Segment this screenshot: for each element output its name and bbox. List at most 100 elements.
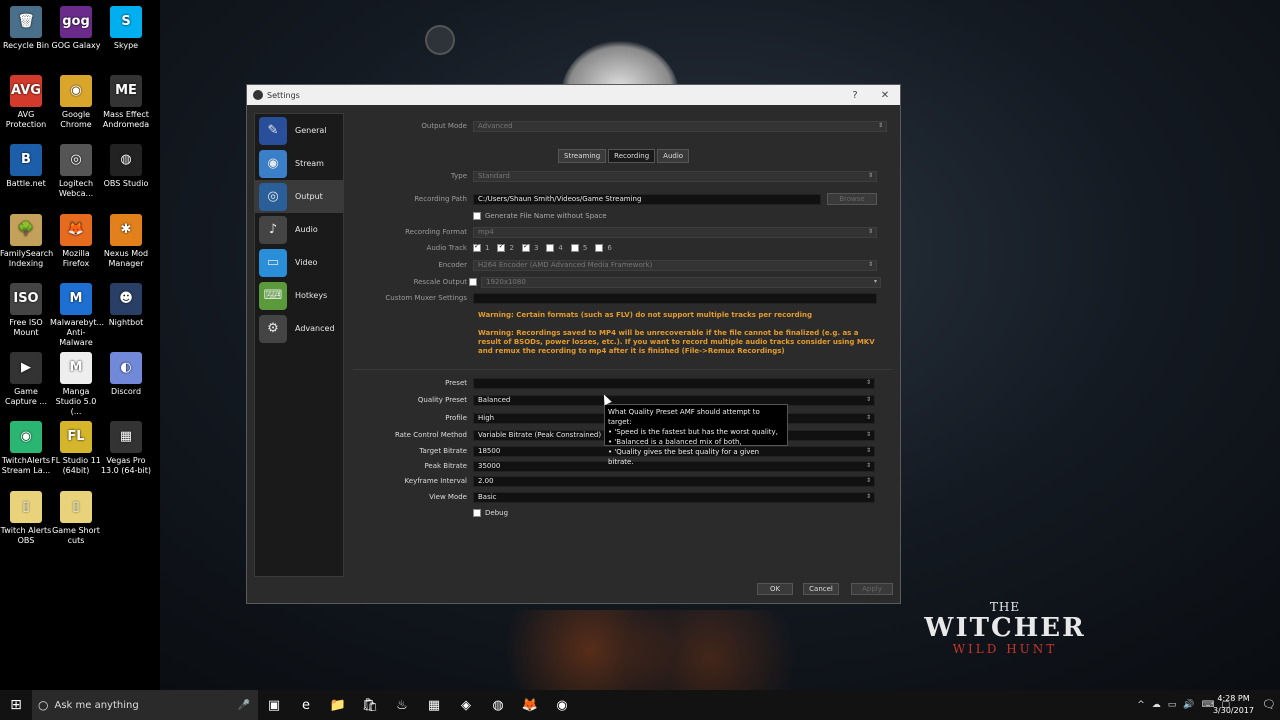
track-5-label: 5 bbox=[582, 244, 588, 252]
warning-formats: Warning: Certain formats (such as FLV) d… bbox=[478, 311, 812, 319]
desktop-icon[interactable]: ◐ Discord bbox=[100, 352, 152, 397]
sidebar-item-audio[interactable]: ♪ Audio bbox=[255, 213, 343, 246]
desktop-icon[interactable]: S Skype bbox=[100, 6, 152, 51]
updown-icon: ⇕ bbox=[867, 227, 873, 235]
notification-icon[interactable]: 🗨 bbox=[1262, 698, 1276, 711]
desktop-icon[interactable]: 🌳 FamilySearch Indexing bbox=[0, 214, 53, 269]
tab-streaming[interactable]: Streaming bbox=[558, 149, 607, 163]
cortana-search[interactable]: ○ Ask me anything 🎤 bbox=[32, 690, 258, 720]
desktop-icon[interactable]: ▦ Vegas Pro 13.0 (64-bit) bbox=[100, 421, 152, 476]
sidebar-item-general[interactable]: ✎ General bbox=[255, 114, 343, 147]
sidebar-item-video[interactable]: ▭ Video bbox=[255, 246, 343, 279]
sidebar-item-hotkeys[interactable]: ⌨ Hotkeys bbox=[255, 279, 343, 312]
tray-icon[interactable]: ▭ bbox=[1168, 700, 1177, 710]
desktop-icon[interactable]: AVG AVG Protection bbox=[0, 75, 52, 130]
track-5-checkbox[interactable] bbox=[570, 244, 579, 252]
app-icon: ◐ bbox=[110, 352, 142, 384]
desktop-icon[interactable]: 🦊 Mozilla Firefox bbox=[50, 214, 102, 269]
output-mode-select[interactable]: Advanced ⇕ bbox=[473, 120, 887, 132]
taskbar-app-icon[interactable]: e bbox=[290, 690, 322, 720]
desktop-icon[interactable]: ◉ Google Chrome bbox=[50, 75, 102, 130]
track-1-checkbox[interactable] bbox=[473, 242, 481, 252]
desktop-icon[interactable]: B Battle.net bbox=[0, 144, 52, 189]
rate-control-label: Rate Control Method bbox=[394, 431, 467, 439]
updown-icon: ⇕ bbox=[877, 121, 883, 129]
desktop-icon[interactable]: FL FL Studio 11 (64bit) bbox=[50, 421, 102, 476]
app-icon: AVG bbox=[10, 75, 42, 107]
clock-time: 4:28 PM bbox=[1217, 694, 1250, 703]
tray-icon[interactable]: 🔊 bbox=[1183, 700, 1194, 710]
view-mode-select[interactable]: Basic ⇕ bbox=[473, 491, 875, 503]
muxer-input[interactable] bbox=[473, 292, 877, 304]
debug-checkbox[interactable] bbox=[473, 509, 481, 517]
tray-icon[interactable]: ^ bbox=[1137, 700, 1145, 710]
sidebar-item-stream[interactable]: ◉ Stream bbox=[255, 147, 343, 180]
taskbar-app-icon[interactable]: 📁 bbox=[322, 690, 354, 720]
close-button[interactable]: ✕ bbox=[870, 90, 900, 101]
sidebar-item-advanced[interactable]: ⚙ Advanced bbox=[255, 312, 343, 345]
rescale-checkbox[interactable] bbox=[469, 278, 477, 286]
keyframe-spinbox[interactable]: 2.00 ⇕ bbox=[473, 475, 875, 487]
microphone-icon[interactable]: 🎤 bbox=[238, 700, 250, 711]
desktop-icon[interactable]: ▯ Game Short cuts bbox=[50, 491, 102, 546]
browse-button[interactable]: Browse bbox=[827, 193, 877, 205]
tray-icon[interactable]: ☁ bbox=[1152, 700, 1161, 710]
advanced-icon: ⚙ bbox=[259, 314, 287, 343]
desktop-icon-label: Nightbot bbox=[108, 318, 144, 327]
start-button[interactable]: ⊞ bbox=[0, 690, 32, 720]
updown-icon: ⇕ bbox=[867, 171, 873, 179]
desktop-icon[interactable]: M Malwarebyt... Anti-Malware bbox=[50, 283, 104, 348]
track-2-checkbox[interactable] bbox=[497, 242, 506, 252]
desktop-icon[interactable]: gog GOG Galaxy bbox=[50, 6, 102, 51]
preset-select[interactable]: ⇕ bbox=[473, 377, 875, 389]
desktop-icon[interactable]: ☻ Nightbot bbox=[100, 283, 152, 328]
taskbar-app-icon[interactable]: 🦊 bbox=[514, 690, 546, 720]
title-bar[interactable]: Settings ? ✕ bbox=[247, 85, 900, 105]
app-icon: ▶ bbox=[10, 352, 42, 384]
desktop-icon[interactable]: ✱ Nexus Mod Manager bbox=[100, 214, 152, 269]
taskbar-app-icon[interactable]: ◍ bbox=[482, 690, 514, 720]
help-button[interactable]: ? bbox=[840, 90, 870, 101]
track-3-checkbox[interactable] bbox=[521, 242, 530, 252]
taskbar-app-icon[interactable]: ◉ bbox=[546, 690, 578, 720]
encoder-select[interactable]: H264 Encoder (AMD Advanced Media Framewo… bbox=[473, 259, 877, 271]
app-icon: ▯ bbox=[60, 491, 92, 523]
sidebar-item-output[interactable]: ◎ Output bbox=[255, 180, 343, 213]
tab-recording[interactable]: Recording bbox=[608, 149, 656, 163]
ok-button[interactable]: OK bbox=[757, 583, 793, 595]
audio-icon: ♪ bbox=[259, 215, 287, 244]
taskbar-app-icon[interactable]: ♨ bbox=[386, 690, 418, 720]
cancel-button[interactable]: Cancel bbox=[803, 583, 839, 595]
desktop-icon[interactable]: ▯ Twitch Alerts OBS bbox=[0, 491, 52, 546]
track-6-checkbox[interactable] bbox=[595, 244, 604, 252]
taskbar: ⊞ ○ Ask me anything 🎤 ▣ e 📁 🛍 ♨ ▦ ◈ ◍ 🦊 ◉ ^ ☁ ▭ 🔊 ⌨ ▢ … bbox=[0, 690, 1280, 720]
taskbar-app-icon[interactable]: ▦ bbox=[418, 690, 450, 720]
taskbar-app-icon[interactable]: ▣ bbox=[258, 690, 290, 720]
taskbar-app-icon[interactable]: 🛍 bbox=[354, 690, 386, 720]
recording-path-input[interactable]: C:/Users/Shaun Smith/Videos/Game Streami… bbox=[473, 193, 821, 205]
taskbar-clock[interactable]: 4:28 PM 3/30/2017 bbox=[1213, 693, 1254, 717]
track-4-label: 4 bbox=[558, 244, 563, 252]
desktop-icon[interactable]: ▶ Game Capture ... bbox=[0, 352, 52, 407]
desktop-icon[interactable]: ISO Free ISO Mount bbox=[0, 283, 52, 338]
taskbar-app-icon[interactable]: ◈ bbox=[450, 690, 482, 720]
desktop-icon[interactable]: M Manga Studio 5.0 (... bbox=[50, 352, 102, 417]
desktop-icon[interactable]: ◎ Logitech Webca... bbox=[50, 144, 102, 199]
desktop-icon[interactable]: ◍ OBS Studio bbox=[100, 144, 152, 189]
apply-button[interactable]: Apply bbox=[851, 583, 893, 595]
desktop-icon-label: Battle.net bbox=[6, 179, 46, 188]
desktop-icon[interactable]: ME Mass Effect Andromeda bbox=[100, 75, 152, 130]
rescale-select[interactable]: 1920x1080 ▾ bbox=[481, 276, 881, 288]
no-space-checkbox[interactable] bbox=[473, 212, 481, 220]
type-select[interactable]: Standard ⇕ bbox=[473, 170, 877, 182]
debug-label: Debug bbox=[485, 509, 509, 517]
tab-audio[interactable]: Audio bbox=[657, 149, 690, 163]
desktop-icon[interactable]: ◉ TwitchAlerts Stream La... bbox=[0, 421, 52, 476]
desktop-icon-label: FL Studio 11 (64bit) bbox=[51, 456, 101, 475]
track-4-checkbox[interactable] bbox=[546, 244, 555, 252]
desktop-icon-label: Vegas Pro 13.0 (64-bit) bbox=[100, 456, 152, 475]
desktop-icon[interactable]: 🗑 Recycle Bin bbox=[0, 6, 52, 51]
app-icon: gog bbox=[60, 6, 92, 38]
recording-format-select[interactable]: mp4 ⇕ bbox=[473, 226, 877, 238]
section-divider bbox=[353, 369, 893, 370]
